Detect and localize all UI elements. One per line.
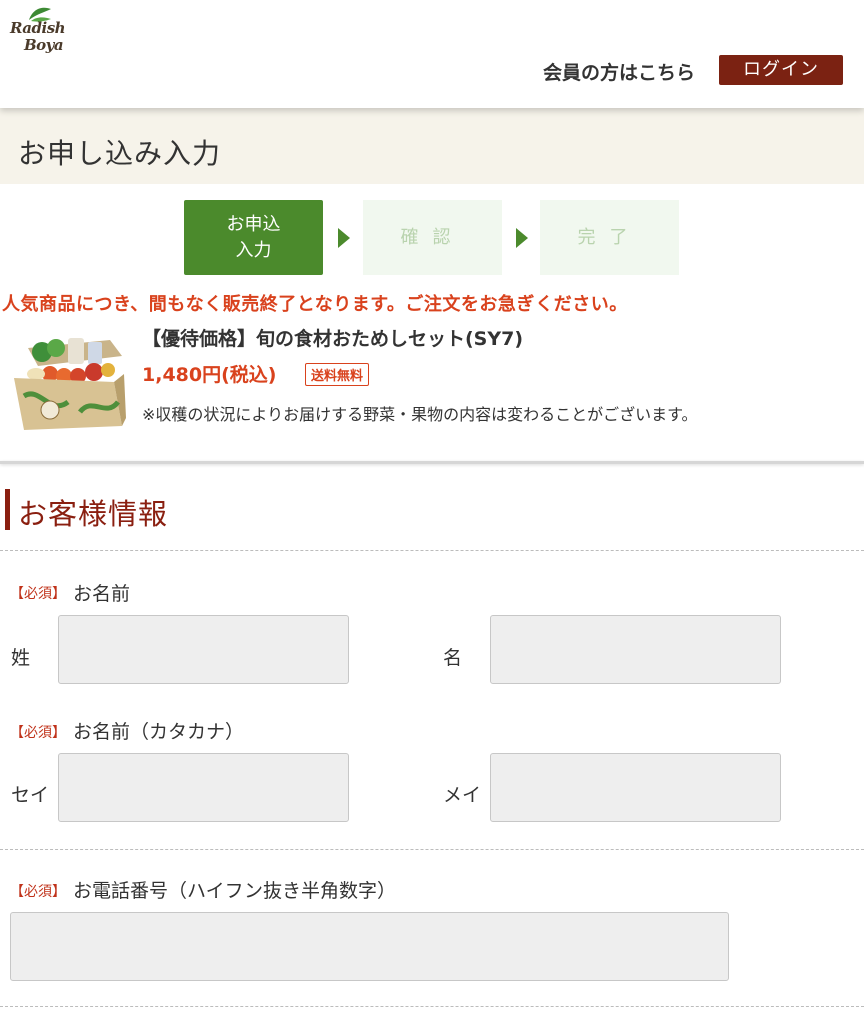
required-label: 【必須】: [10, 884, 66, 900]
step-input-label-line1: お申込: [226, 213, 281, 235]
step-arrow-icon: [338, 228, 350, 248]
dashed-divider: [0, 550, 864, 551]
first-name-kana-label: メイ: [443, 784, 482, 806]
logo-wordmark: Radish Boya: [10, 19, 66, 54]
last-name-kana-input[interactable]: [58, 753, 349, 822]
site-header: Radish Boya 会員の方はこちら ログイン: [0, 0, 864, 108]
last-name-input[interactable]: [58, 615, 349, 684]
login-button[interactable]: ログイン: [719, 55, 843, 85]
step-input-label-line2: 入力: [235, 239, 272, 261]
page-title-band: お申し込み入力: [0, 108, 864, 184]
step-arrow-icon: [516, 228, 528, 248]
step-input: お申込 入力: [184, 200, 323, 275]
name-label: お名前: [73, 583, 131, 605]
phone-input[interactable]: [10, 912, 729, 981]
required-label: 【必須】: [10, 725, 66, 741]
product-box-image: [14, 338, 126, 430]
section-accent-bar: [5, 489, 10, 530]
sale-ending-notice: 人気商品につき、間もなく販売終了となります。ご注文をお急ぎください。: [2, 294, 628, 315]
name-kana-label: お名前（カタカナ）: [73, 721, 245, 743]
dashed-divider: [0, 1006, 864, 1007]
first-name-input[interactable]: [490, 615, 781, 684]
product-note: ※収穫の状況によりお届けする野菜・果物の内容は変わることがございます。: [142, 405, 698, 424]
member-link-text: 会員の方はこちら: [543, 62, 696, 84]
first-name-label: 名: [443, 647, 463, 669]
free-shipping-badge: 送料無料: [305, 363, 370, 386]
product-name: 【優待価格】旬の食材おためしセット(SY7): [142, 328, 524, 350]
dashed-divider: [0, 849, 864, 850]
step-confirm: 確認: [363, 200, 502, 275]
product-price: 1,480円(税込): [142, 364, 277, 386]
customer-info-title: お客様情報: [18, 497, 169, 531]
step-complete: 完了: [540, 200, 679, 275]
last-name-label: 姓: [11, 647, 31, 669]
radish-boya-logo[interactable]: Radish Boya: [10, 6, 66, 62]
last-name-kana-label: セイ: [11, 784, 50, 806]
page-title: お申し込み入力: [18, 137, 222, 170]
required-label: 【必須】: [10, 586, 66, 602]
first-name-kana-input[interactable]: [490, 753, 781, 822]
section-divider: [0, 461, 864, 464]
phone-label: お電話番号（ハイフン抜き半角数字）: [73, 880, 397, 902]
